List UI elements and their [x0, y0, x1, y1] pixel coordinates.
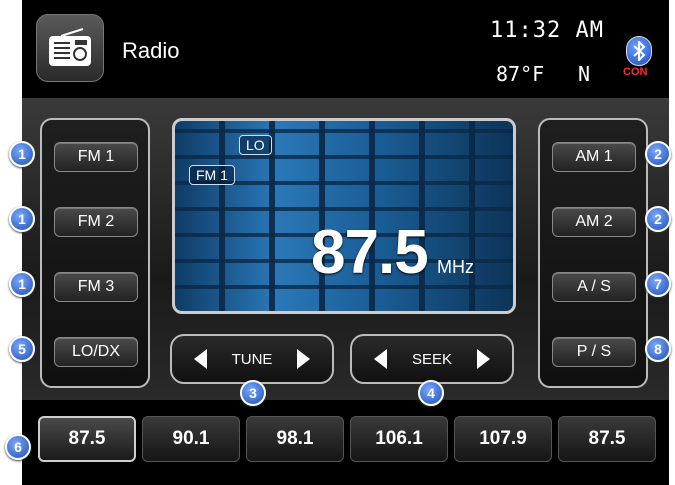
status-bar: Radio 11:32 AM 87°F N CON	[22, 0, 669, 98]
sensitivity-badge: LO	[239, 135, 272, 155]
callout-fm3: 1	[9, 271, 35, 297]
preset-button-5[interactable]: 107.9	[454, 416, 552, 462]
frequency-display: LO FM 1 87.5 MHz	[172, 118, 516, 314]
preset-button-6[interactable]: 87.5	[558, 416, 656, 462]
fm2-button[interactable]: FM 2	[54, 207, 138, 237]
preset-bar: 87.5 90.1 98.1 106.1 107.9 87.5	[22, 400, 669, 485]
callout-tune: 3	[240, 380, 266, 406]
bluetooth-symbol-icon	[633, 41, 646, 61]
bluetooth-icon[interactable]	[626, 36, 652, 66]
app-title: Radio	[122, 38, 180, 63]
callout-lodx: 5	[9, 336, 35, 362]
callout-preset: 6	[5, 434, 31, 460]
fm3-button[interactable]: FM 3	[54, 272, 138, 302]
radio-main-area: FM 1 FM 2 FM 3 LO/DX LO FM 1 87.5 MHz TU…	[22, 98, 669, 400]
tune-up-arrow-icon[interactable]	[297, 349, 310, 369]
outside-temperature: 87°F	[496, 62, 545, 86]
radio-icon	[49, 28, 91, 66]
callout-seek: 4	[418, 380, 444, 406]
callout-am1: 2	[645, 141, 671, 167]
am-band-panel: AM 1 AM 2 A / S P / S	[538, 118, 648, 388]
callout-am2: 2	[645, 206, 671, 232]
auto-store-button[interactable]: A / S	[552, 272, 636, 302]
lo-dx-button[interactable]: LO/DX	[54, 337, 138, 367]
am1-button[interactable]: AM 1	[552, 142, 636, 172]
preset-button-3[interactable]: 98.1	[246, 416, 344, 462]
compass-direction: N	[578, 62, 591, 86]
callout-ps: 8	[645, 336, 671, 362]
radio-app-icon[interactable]	[36, 14, 104, 82]
callout-as: 7	[645, 271, 671, 297]
current-frequency: 87.5	[311, 218, 429, 287]
callout-fm1: 1	[9, 141, 35, 167]
fm1-button[interactable]: FM 1	[54, 142, 138, 172]
preset-button-4[interactable]: 106.1	[350, 416, 448, 462]
bluetooth-connection-status: CON	[623, 66, 648, 78]
radio-screen: Radio 11:32 AM 87°F N CON FM 1 FM 2 FM 3…	[22, 0, 669, 485]
am2-button[interactable]: AM 2	[552, 207, 636, 237]
band-badge: FM 1	[189, 165, 235, 185]
preset-button-2[interactable]: 90.1	[142, 416, 240, 462]
seek-up-arrow-icon[interactable]	[477, 349, 490, 369]
seek-control: SEEK	[350, 334, 514, 384]
preset-button-1[interactable]: 87.5	[38, 416, 136, 462]
tune-control: TUNE	[170, 334, 334, 384]
callout-fm2: 1	[9, 206, 35, 232]
preset-scan-button[interactable]: P / S	[552, 337, 636, 367]
frequency-unit: MHz	[437, 257, 474, 277]
fm-band-panel: FM 1 FM 2 FM 3 LO/DX	[40, 118, 150, 388]
clock: 11:32 AM	[490, 18, 604, 43]
